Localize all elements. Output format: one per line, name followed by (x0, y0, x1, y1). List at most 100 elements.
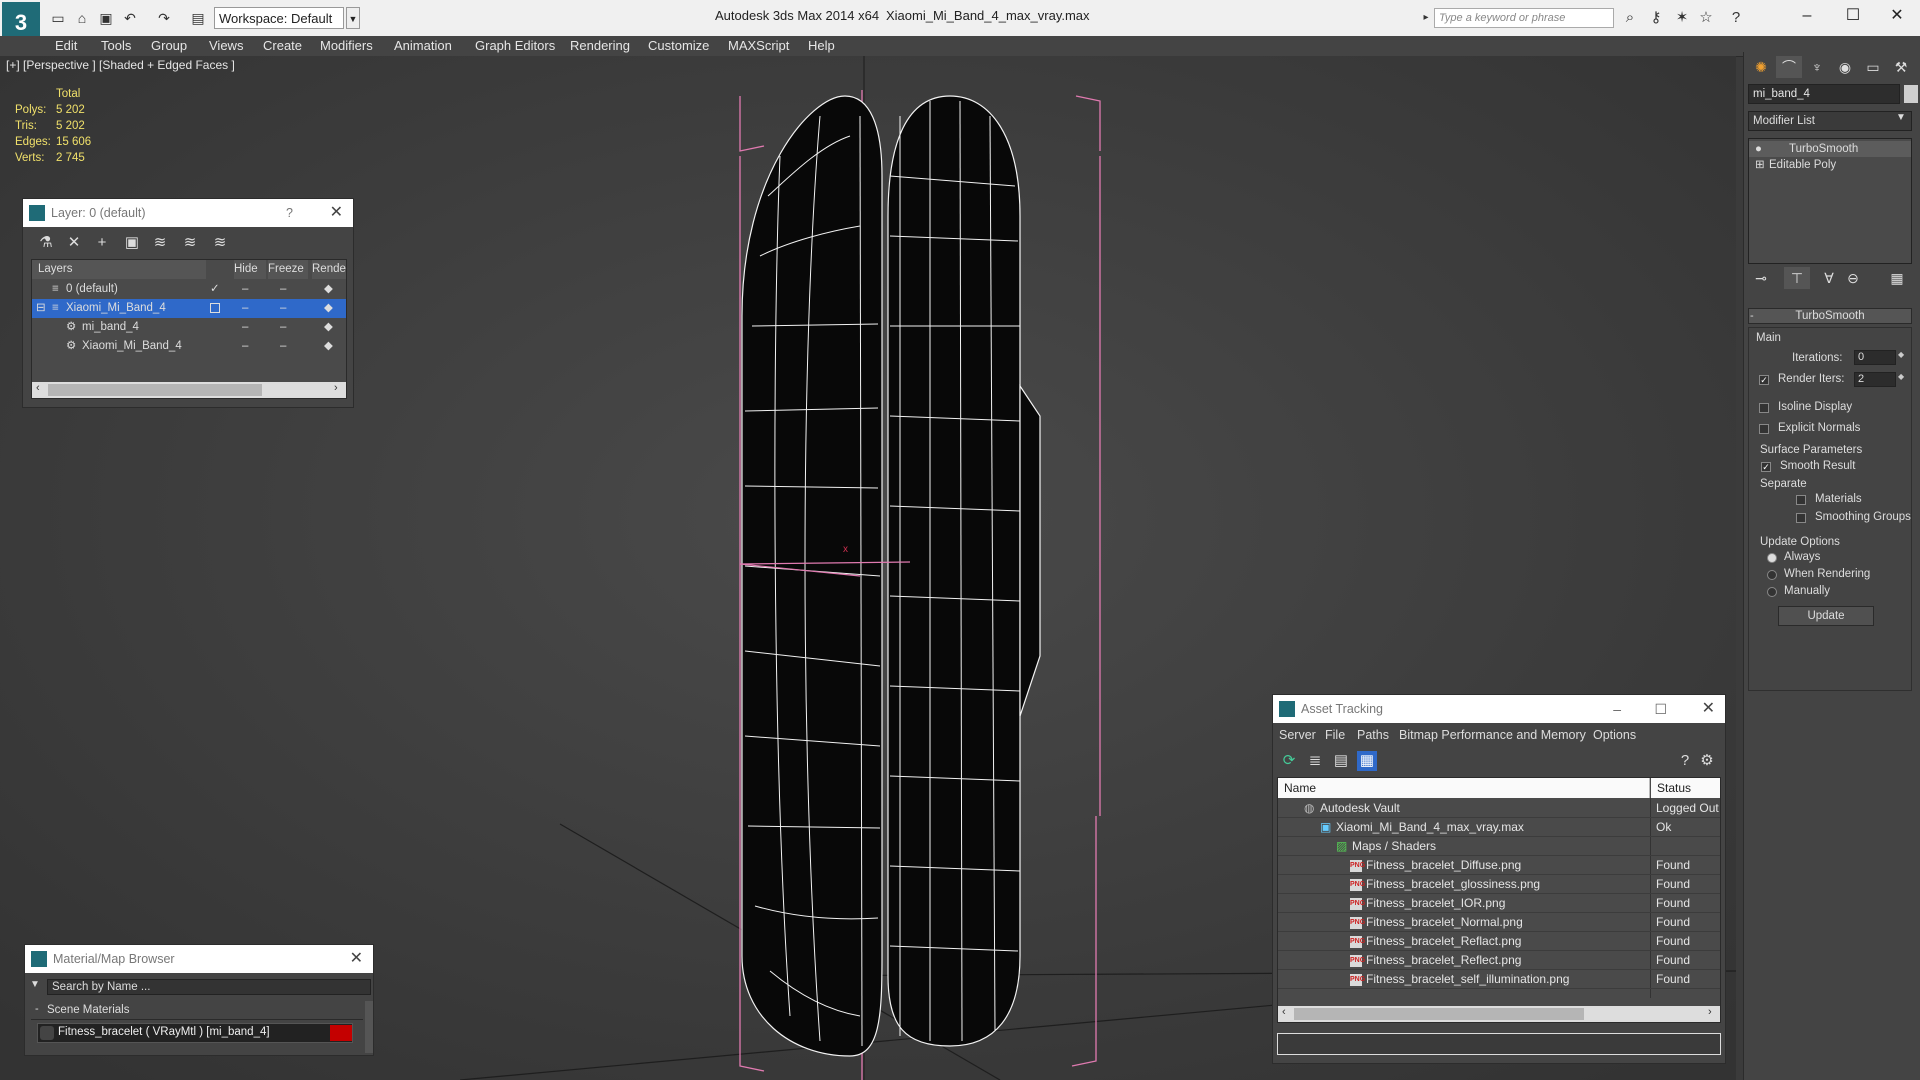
minimize-icon[interactable]: – (1784, 4, 1830, 28)
column-freeze[interactable]: Freeze (268, 260, 308, 279)
table-row[interactable]: PNG Fitness_bracelet_Reflact.png Found (1278, 932, 1720, 951)
scrollbar-thumb[interactable] (48, 384, 262, 396)
material-browser-titlebar[interactable]: Material/Map Browser ✕ (25, 945, 373, 973)
table-view-icon[interactable]: ▦ (1357, 751, 1377, 771)
utilities-tab-icon[interactable]: ⚒ (1888, 56, 1914, 78)
table-row[interactable]: PNG Fitness_bracelet_Diffuse.png Found (1278, 856, 1720, 875)
current-layer-check-icon[interactable]: ✓ (210, 280, 220, 299)
list-view-icon[interactable]: ≣ (1305, 751, 1325, 771)
menu-edit[interactable]: Edit (55, 36, 77, 56)
search-expand-icon[interactable]: ▸ (1420, 8, 1432, 28)
hierarchy-tab-icon[interactable]: ♆ (1804, 56, 1830, 78)
column-layers[interactable]: Layers (32, 260, 206, 279)
asset-help-icon[interactable]: ? (1675, 751, 1695, 771)
menu-group[interactable]: Group (151, 36, 187, 56)
scene-materials-group[interactable]: - Scene Materials (31, 1003, 363, 1020)
asset-help-about-icon[interactable]: ⚙ (1697, 751, 1717, 771)
asset-menu-options[interactable]: Options (1593, 725, 1636, 745)
render-teapot-icon[interactable]: ◆ (324, 318, 333, 337)
freeze-toggle-icon[interactable]: ‒ (280, 280, 286, 299)
search-by-name-input[interactable]: Search by Name ... (47, 979, 371, 995)
freeze-toggle-icon[interactable]: ‒ (280, 318, 286, 337)
explicit-normals-checkbox[interactable] (1759, 424, 1769, 434)
layer-object-row[interactable]: ⚙ mi_band_4 ‒ ‒ ◆ (32, 318, 346, 337)
show-end-result-icon[interactable]: ⊤ (1784, 267, 1810, 289)
open-file-icon[interactable]: ⌂ (72, 8, 92, 28)
binoculars-icon[interactable]: ⌕ (1620, 8, 1640, 28)
asset-tracking-titlebar[interactable]: Asset Tracking – ☐ ✕ (1273, 695, 1725, 723)
expand-icon[interactable]: ⊞ (1755, 157, 1765, 173)
table-row[interactable]: ▣ Xiaomi_Mi_Band_4_max_vray.max Ok (1278, 818, 1720, 837)
asset-maximize-icon[interactable]: ☐ (1654, 695, 1667, 723)
menu-tools[interactable]: Tools (101, 36, 131, 56)
render-iters-checkbox[interactable]: ✓ (1759, 375, 1769, 385)
asset-menu-paths[interactable]: Paths (1357, 725, 1389, 745)
modify-tab-icon[interactable]: ⌒ (1776, 56, 1802, 78)
column-hide[interactable]: Hide (234, 260, 266, 279)
menu-animation[interactable]: Animation (394, 36, 452, 56)
iterations-spinner[interactable]: 0 (1854, 350, 1896, 365)
workspace-dropdown-arrow-icon[interactable]: ▼ (346, 7, 360, 29)
close-icon[interactable]: ✕ (1874, 4, 1920, 28)
menu-help[interactable]: Help (808, 36, 835, 56)
column-status[interactable]: Status (1651, 778, 1720, 798)
favorites-star-icon[interactable]: ☆ (1696, 8, 1716, 28)
make-unique-icon[interactable]: ∀ (1816, 267, 1842, 289)
motion-tab-icon[interactable]: ◉ (1832, 56, 1858, 78)
table-row[interactable]: PNG Fitness_bracelet_Normal.png Found (1278, 913, 1720, 932)
asset-close-icon[interactable]: ✕ (1702, 695, 1715, 723)
hide-toggle-icon[interactable]: ‒ (242, 299, 248, 318)
undo-icon[interactable]: ↶ (120, 8, 140, 28)
scroll-right-icon[interactable]: › (334, 382, 338, 394)
light-bulb-icon[interactable]: ● (1755, 141, 1762, 157)
update-button[interactable]: Update (1778, 606, 1874, 626)
spinner-arrows-icon[interactable]: ◆ (1898, 372, 1904, 381)
create-layer-icon[interactable]: ⚗ (35, 233, 57, 253)
table-row[interactable]: PNG Fitness_bracelet_glossiness.png Foun… (1278, 875, 1720, 894)
hide-all-layers-icon[interactable]: ≋ (179, 233, 201, 253)
communication-center-icon[interactable]: ✶ (1672, 8, 1692, 28)
material-item[interactable]: Fitness_bracelet ( VRayMtl ) [mi_band_4] (37, 1023, 353, 1043)
modifier-list-arrow-icon[interactable]: ▼ (1896, 112, 1906, 123)
layer-list-h-scrollbar[interactable]: ‹ › (32, 382, 346, 398)
render-teapot-icon[interactable]: ◆ (324, 299, 333, 318)
menu-customize[interactable]: Customize (648, 36, 709, 56)
scroll-right-icon[interactable]: › (1708, 1006, 1712, 1018)
asset-menu-server[interactable]: Server (1279, 725, 1316, 745)
layer-panel-titlebar[interactable]: Layer: 0 (default) ? ✕ (23, 199, 353, 227)
object-name-field[interactable]: mi_band_4 (1748, 84, 1900, 104)
detail-view-icon[interactable]: ▤ (1331, 751, 1351, 771)
configure-sets-icon[interactable]: ▦ (1884, 267, 1910, 289)
hide-toggle-icon[interactable]: ‒ (242, 337, 248, 356)
layer-panel-help-icon[interactable]: ? (286, 199, 293, 227)
render-teapot-icon[interactable]: ◆ (324, 280, 333, 299)
help-icon[interactable]: ? (1726, 8, 1746, 28)
collapse-icon[interactable]: ⊟ (36, 299, 46, 318)
hide-toggle-icon[interactable]: ‒ (242, 280, 248, 299)
create-tab-icon[interactable]: ✺ (1748, 56, 1774, 78)
layer-row-selected[interactable]: ⊟ ≡ Xiaomi_Mi_Band_4 ‒ ‒ ◆ (32, 299, 346, 318)
rollout-collapse-icon[interactable]: - (1750, 310, 1754, 322)
menu-rendering[interactable]: Rendering (570, 36, 630, 56)
delete-layer-icon[interactable]: ✕ (63, 233, 85, 253)
scroll-left-icon[interactable]: ‹ (36, 382, 40, 394)
scrollbar-thumb[interactable] (1294, 1008, 1584, 1020)
menu-modifiers[interactable]: Modifiers (320, 36, 373, 56)
modifier-list-dropdown[interactable]: Modifier List (1748, 111, 1912, 131)
isoline-display-checkbox[interactable] (1759, 403, 1769, 413)
key-icon[interactable]: ⚷ (1646, 8, 1666, 28)
asset-menu-file[interactable]: File (1325, 725, 1345, 745)
stack-item-turbosmooth[interactable]: ● TurboSmooth (1749, 141, 1911, 157)
project-folder-icon[interactable]: ▤ (188, 8, 208, 28)
table-row[interactable]: PNG Fitness_bracelet_Reflect.png Found (1278, 951, 1720, 970)
turbosmooth-rollout-header[interactable]: TurboSmooth (1748, 308, 1912, 324)
asset-menu-bitmap-performance[interactable]: Bitmap Performance and Memory (1399, 725, 1586, 745)
table-row[interactable]: PNG Fitness_bracelet_self_illumination.p… (1278, 970, 1720, 989)
materials-checkbox[interactable] (1796, 495, 1806, 505)
hide-toggle-icon[interactable]: ‒ (242, 318, 248, 337)
add-to-layer-icon[interactable]: + (91, 233, 113, 253)
new-file-icon[interactable]: ▭ (48, 8, 68, 28)
freeze-toggle-icon[interactable]: ‒ (280, 299, 286, 318)
layer-panel-close-icon[interactable]: ✕ (330, 199, 343, 227)
browser-options-icon[interactable]: ▼ (30, 979, 40, 990)
